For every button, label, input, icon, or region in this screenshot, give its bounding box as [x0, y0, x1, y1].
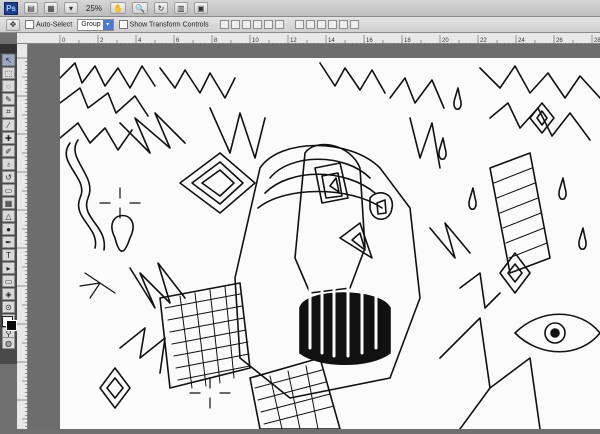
align-buttons	[219, 20, 284, 29]
quick-mask-button[interactable]: ◍	[2, 337, 15, 349]
zoom-level[interactable]: 25%	[84, 4, 104, 13]
rotate-icon: ↻	[157, 3, 165, 13]
align-vcenter-button[interactable]	[230, 20, 240, 29]
hand-tool-button[interactable]: ✋	[110, 2, 126, 14]
artwork-page	[59, 58, 600, 429]
options-bar: ✥ Auto-Select Group ▾ Show Transform Con…	[0, 17, 600, 33]
extras-button[interactable]: ▾	[64, 2, 78, 14]
ruler-ticks-left	[17, 57, 28, 427]
distribute-right-button[interactable]	[349, 20, 359, 29]
auto-select-label: Auto-Select	[36, 21, 73, 29]
auto-select-checkbox[interactable]: Auto-Select	[25, 20, 72, 29]
brush-tool[interactable]: ✐	[2, 145, 15, 157]
distribute-hcenter-button[interactable]	[338, 20, 348, 29]
gradient-tool[interactable]: ▦	[2, 197, 15, 209]
lasso-tool[interactable]: ◌	[2, 80, 15, 92]
rotate-view-button[interactable]: ↻	[153, 2, 168, 14]
quick-select-tool[interactable]: ✎	[2, 93, 15, 105]
align-left-button[interactable]	[252, 20, 262, 29]
application-bar: Ps ▤ ▦ ▾ 25% ✋ 🔍 ↻ ▥ ▣	[0, 0, 600, 17]
distribute-left-button[interactable]	[327, 20, 337, 29]
path-select-tool[interactable]: ▸	[2, 262, 15, 274]
blur-tool[interactable]: △	[2, 210, 15, 222]
line-drawing-artwork	[59, 62, 600, 429]
background-color-swatch[interactable]	[6, 320, 17, 331]
screen-mode-icon: ▣	[197, 3, 205, 13]
align-hcenter-button[interactable]	[263, 20, 273, 29]
horizontal-ruler[interactable]: 0 2 4 6 8 10 12 14 16 18 20 22 24 26 28	[17, 33, 600, 46]
transform-controls-checkbox[interactable]: Show Transform Controls	[118, 20, 209, 29]
auto-select-value: Group	[81, 21, 101, 28]
tools-panel: ↖ ⬚ ◌ ✎ ⌗ ⁄ ✚ ✐ ♁ ↺ ▭ ▦ △ ● ✒ T ▸ ▭ ◈ ⊙ …	[0, 44, 18, 364]
zoom-icon: 🔍	[134, 3, 145, 13]
eraser-tool[interactable]: ▭	[2, 184, 15, 196]
transform-controls-label: Show Transform Controls	[129, 21, 209, 29]
shape-tool[interactable]: ▭	[2, 275, 15, 287]
pen-icon: ✒	[5, 237, 12, 247]
arrange-documents-button[interactable]: ▥	[173, 2, 188, 14]
type-tool[interactable]: T	[2, 249, 15, 261]
type-icon: T	[6, 250, 11, 260]
3d-rotate-tool[interactable]: ◈	[2, 288, 15, 300]
move-icon: ✥	[9, 20, 17, 29]
move-tool-preset[interactable]: ✥	[6, 18, 20, 31]
distribute-bottom-button[interactable]	[316, 20, 326, 29]
dodge-tool[interactable]: ●	[2, 223, 15, 235]
align-bottom-button[interactable]	[241, 20, 251, 29]
hand-icon: ✋	[113, 3, 123, 13]
tools-panel-header[interactable]	[0, 44, 17, 53]
distribute-vcenter-button[interactable]	[305, 20, 315, 29]
move-tool[interactable]: ↖	[2, 54, 15, 66]
distribute-buttons	[294, 20, 359, 29]
history-brush-tool[interactable]: ↺	[2, 171, 15, 183]
align-top-button[interactable]	[219, 20, 229, 29]
crop-tool[interactable]: ⌗	[2, 106, 15, 118]
align-right-button[interactable]	[274, 20, 284, 29]
healing-tool[interactable]: ✚	[2, 132, 15, 144]
screen-mode-button[interactable]: ▣	[193, 2, 208, 14]
bridge-button[interactable]: ▤	[24, 2, 38, 14]
minibridge-button[interactable]: ▦	[44, 2, 58, 14]
eyedropper-tool[interactable]: ⁄	[2, 119, 15, 131]
arrange-icon: ▥	[177, 3, 185, 13]
zoom-tool-button[interactable]: 🔍	[131, 2, 148, 14]
brush-icon: ✐	[5, 146, 12, 156]
auto-select-dropdown[interactable]: Group ▾	[77, 18, 114, 31]
document-canvas[interactable]	[28, 44, 600, 429]
3d-orbit-tool[interactable]: ⊙	[2, 301, 15, 313]
photoshop-logo-icon: Ps	[4, 1, 18, 15]
marquee-tool[interactable]: ⬚	[2, 67, 15, 79]
clone-tool[interactable]: ♁	[2, 158, 15, 170]
pen-tool[interactable]: ✒	[2, 236, 15, 248]
chevron-down-icon: ▾	[102, 19, 113, 30]
vertical-ruler[interactable]	[17, 44, 28, 429]
distribute-top-button[interactable]	[294, 20, 304, 29]
